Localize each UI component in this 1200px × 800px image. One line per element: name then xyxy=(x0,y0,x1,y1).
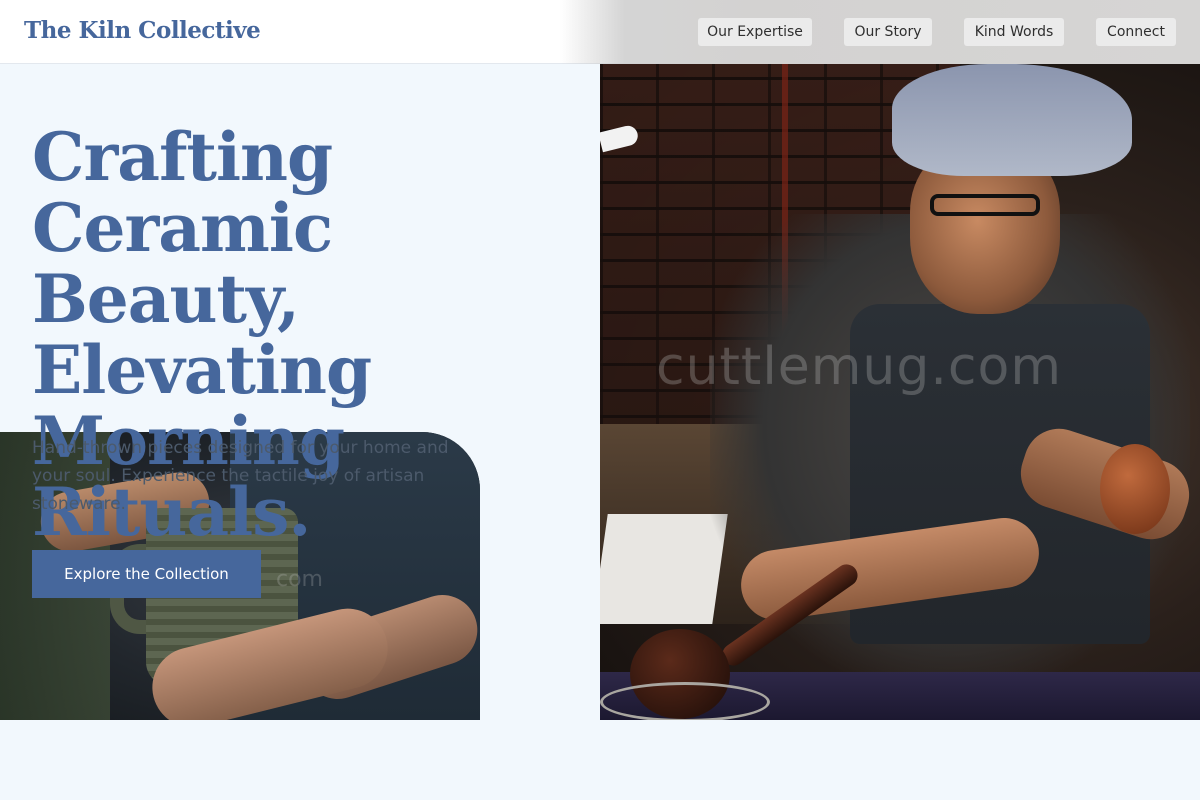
hero-title-line: Elevating xyxy=(32,331,372,409)
explore-collection-button[interactable]: Explore the Collection xyxy=(32,550,261,598)
nav-kind-words[interactable]: Kind Words xyxy=(964,18,1064,46)
nav-our-story[interactable]: Our Story xyxy=(844,18,932,46)
watermark-fragment: com xyxy=(276,567,323,592)
nav-our-expertise[interactable]: Our Expertise xyxy=(698,18,812,46)
cap xyxy=(892,64,1132,176)
clay-piece xyxy=(1100,444,1170,534)
hero-title-line: Beauty, xyxy=(32,260,300,338)
watermark: cuttlemug.com xyxy=(656,337,1062,397)
site-header: The Kiln Collective Our Expertise Our St… xyxy=(0,0,1200,64)
nav-connect[interactable]: Connect xyxy=(1096,18,1176,46)
white-board xyxy=(600,514,728,624)
hero-title-line: Crafting Ceramic xyxy=(32,118,333,267)
bowl-rim xyxy=(600,682,770,720)
site-logo[interactable]: The Kiln Collective xyxy=(24,17,261,44)
glasses xyxy=(930,194,1040,216)
hero-subtitle: Hand-thrown pieces designed for your hom… xyxy=(32,438,449,514)
